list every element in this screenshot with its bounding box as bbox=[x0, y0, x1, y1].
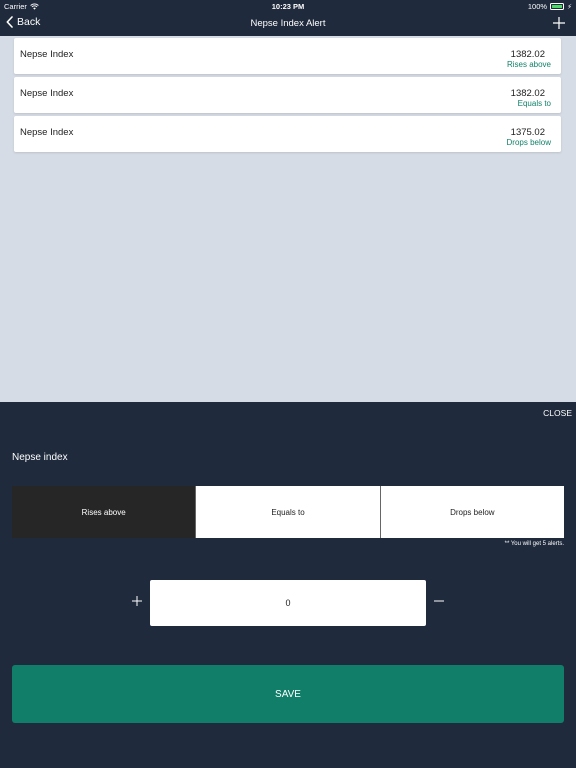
alert-value: 1375.02 bbox=[510, 127, 545, 138]
panel-title: Nepse index bbox=[12, 452, 68, 463]
alert-condition: Rises above bbox=[506, 60, 551, 69]
page-title: Nepse Index Alert bbox=[250, 18, 326, 29]
segment-rises-above[interactable]: Rises above bbox=[12, 486, 196, 538]
add-alert-button[interactable] bbox=[552, 16, 566, 30]
status-time: 10:23 PM bbox=[271, 2, 305, 11]
alert-condition: Equals to bbox=[517, 99, 551, 108]
alert-list: Nepse Index 1382.02 Rises above Nepse In… bbox=[0, 36, 576, 402]
battery-icon bbox=[550, 3, 565, 10]
increment-button[interactable] bbox=[130, 594, 144, 608]
alert-value: 1382.02 bbox=[510, 49, 545, 60]
condition-segmented-control: Rises above Equals to Drops below bbox=[12, 486, 564, 538]
alert-name: Nepse Index bbox=[20, 127, 74, 138]
alert-name: Nepse Index bbox=[20, 88, 74, 99]
alert-card[interactable]: Nepse Index 1382.02 Equals to bbox=[14, 77, 561, 113]
add-alert-panel: CLOSE Nepse index Rises above Equals to … bbox=[0, 402, 576, 768]
charging-icon: ⚡ bbox=[567, 3, 572, 11]
value-input[interactable] bbox=[150, 580, 426, 626]
alert-condition: Drops below bbox=[506, 138, 551, 147]
battery-info: 100% ⚡ bbox=[528, 2, 572, 11]
alert-card[interactable]: Nepse Index 1375.02 Drops below bbox=[14, 116, 561, 152]
decrement-button[interactable] bbox=[432, 594, 446, 608]
navigation-bar: Back Nepse Index Alert bbox=[0, 12, 576, 36]
save-button[interactable]: SAVE bbox=[12, 665, 564, 723]
segment-drops-below[interactable]: Drops below bbox=[379, 486, 564, 538]
battery-percent: 100% bbox=[527, 2, 548, 11]
alert-name: Nepse Index bbox=[20, 49, 74, 60]
alert-card[interactable]: Nepse Index 1382.02 Rises above bbox=[14, 38, 561, 74]
alerts-note: ** You will get 5 alerts. bbox=[504, 541, 564, 547]
close-button[interactable]: CLOSE bbox=[543, 408, 572, 418]
status-bar: Carrier 10:23 PM 100% ⚡ bbox=[0, 0, 576, 12]
segment-equals-to[interactable]: Equals to bbox=[195, 486, 380, 538]
alert-value: 1382.02 bbox=[510, 88, 545, 99]
